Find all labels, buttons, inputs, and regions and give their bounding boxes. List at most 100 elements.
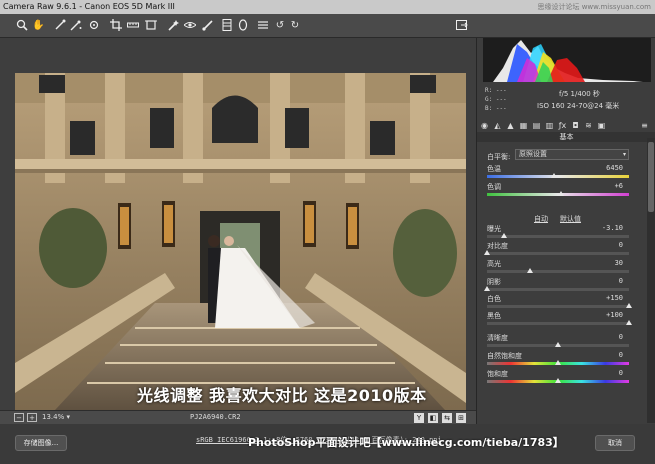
slider-value[interactable]: 6450: [606, 164, 623, 172]
slider-value[interactable]: 0: [619, 369, 623, 377]
slider-row: 对比度 0: [477, 241, 655, 259]
slider-thumb[interactable]: [555, 378, 561, 383]
zoom-tool-icon[interactable]: [16, 19, 28, 32]
zoom-in-button[interactable]: +: [27, 413, 37, 422]
view-settings-button[interactable]: ⊞: [456, 413, 466, 423]
default-button[interactable]: 默认值: [560, 214, 581, 224]
slider-value[interactable]: 0: [619, 333, 623, 341]
tab-lens-icon[interactable]: ▥: [545, 121, 554, 130]
rotate-right-icon[interactable]: ↻: [289, 19, 301, 32]
tab-presets-icon[interactable]: ≋: [584, 121, 593, 130]
preview-area[interactable]: 光线调整 我喜欢大对比 这是2010版本: [0, 38, 476, 410]
slider-thumb[interactable]: [626, 303, 632, 308]
slider-label: 高光: [487, 260, 501, 268]
exif-iso-lens: ISO 160 24-70@24 毫米: [537, 102, 620, 110]
file-name: PJ2A6940.CR2: [190, 413, 241, 421]
graduated-filter-icon[interactable]: [221, 19, 233, 32]
tab-camera-calibration-icon[interactable]: ◘: [571, 121, 580, 130]
slider-thumb[interactable]: [626, 320, 632, 325]
slider-label: 黑色: [487, 312, 501, 320]
tab-detail-icon[interactable]: ▲: [506, 121, 515, 130]
slider-label: 饱和度: [487, 370, 508, 378]
slider-track[interactable]: [487, 305, 629, 308]
slider-row: 清晰度 0: [477, 333, 655, 351]
tab-snapshots-icon[interactable]: ▣: [597, 121, 606, 130]
auto-button[interactable]: 自动: [534, 214, 548, 224]
tab-split-toning-icon[interactable]: ▤: [532, 121, 541, 130]
swap-settings-button[interactable]: ⇆: [442, 413, 452, 423]
slider-label: 自然饱和度: [487, 352, 522, 360]
tab-hsl-icon[interactable]: ▦: [519, 121, 528, 130]
slider-label: 色温: [487, 165, 501, 173]
hand-tool-icon[interactable]: ✋: [32, 19, 44, 32]
slider-value[interactable]: 30: [615, 259, 623, 267]
red-eye-tool-icon[interactable]: [184, 19, 196, 32]
slider-track[interactable]: [487, 288, 629, 291]
slider-row: 阴影 0: [477, 277, 655, 295]
slider-label: 曝光: [487, 225, 501, 233]
slider-row: 黑色 +100: [477, 311, 655, 329]
slider-row: 色调 +6: [477, 182, 655, 200]
view-mode-button[interactable]: Y: [414, 413, 424, 423]
slider-label: 清晰度: [487, 334, 508, 342]
readout-g: G: ---: [485, 96, 507, 103]
slider-thumb[interactable]: [557, 191, 564, 196]
rotate-left-icon[interactable]: ↺: [274, 19, 286, 32]
slider-value[interactable]: 0: [619, 351, 623, 359]
slider-row: 色温 6450: [477, 164, 655, 182]
radial-filter-icon[interactable]: [237, 19, 249, 32]
targeted-adjustment-tool-icon[interactable]: [88, 19, 100, 32]
photo-preview: [15, 73, 466, 410]
slider-value[interactable]: -3.10: [602, 224, 623, 232]
slider-value[interactable]: +100: [606, 311, 623, 319]
white-balance-tool-icon[interactable]: [54, 19, 66, 32]
panel-menu-icon[interactable]: ≡: [640, 121, 649, 130]
crop-tool-icon[interactable]: [110, 19, 122, 32]
slider-value[interactable]: 0: [619, 277, 623, 285]
slider-row: 白色 +150: [477, 294, 655, 312]
slider-value[interactable]: +6: [615, 182, 623, 190]
zoom-level-select[interactable]: 13.4% ▾: [42, 413, 70, 421]
slider-thumb[interactable]: [550, 173, 557, 178]
chevron-down-icon: ▾: [66, 413, 70, 421]
slider-track[interactable]: [487, 270, 629, 273]
color-sampler-tool-icon[interactable]: [70, 19, 82, 32]
section-title: 基本: [477, 132, 655, 142]
slider-track[interactable]: [487, 322, 629, 325]
white-balance-select[interactable]: 原照设置 ▾: [515, 149, 629, 160]
transform-tool-icon[interactable]: [145, 19, 157, 32]
histogram: [483, 38, 651, 82]
white-balance-label: 白平衡:: [487, 153, 511, 161]
chevron-down-icon: ▾: [622, 151, 626, 158]
slider-thumb[interactable]: [484, 286, 490, 291]
slider-thumb[interactable]: [501, 233, 508, 238]
status-bar: − + 13.4% ▾ PJ2A6940.CR2 Y ◧ ⇆ ⊞: [0, 410, 476, 424]
image-caption: 光线调整 我喜欢大对比 这是2010版本: [137, 386, 427, 405]
slider-row: 饱和度 0: [477, 369, 655, 387]
save-image-button[interactable]: 存储图像...: [15, 435, 67, 451]
open-in-photoshop-icon[interactable]: [456, 19, 468, 32]
slider-track[interactable]: [487, 175, 629, 178]
slider-row: 高光 30: [477, 259, 655, 277]
adjustment-brush-icon[interactable]: [202, 19, 214, 32]
spot-removal-tool-icon[interactable]: [168, 19, 180, 32]
slider-track[interactable]: [487, 252, 629, 255]
slider-thumb[interactable]: [555, 342, 561, 347]
tab-fx-icon[interactable]: ƒx: [558, 121, 567, 130]
slider-value[interactable]: +150: [606, 294, 623, 302]
slider-thumb[interactable]: [555, 360, 561, 365]
tab-tone-curve-icon[interactable]: ◭: [493, 121, 502, 130]
slider-value[interactable]: 0: [619, 241, 623, 249]
straighten-tool-icon[interactable]: [127, 19, 139, 32]
tab-basic-icon[interactable]: ◉: [480, 121, 489, 130]
slider-thumb[interactable]: [526, 268, 533, 273]
slider-thumb[interactable]: [484, 250, 490, 255]
scrollbar-thumb[interactable]: [648, 142, 654, 212]
panel-scrollbar[interactable]: [647, 138, 655, 423]
preferences-icon[interactable]: [257, 19, 269, 32]
slider-track[interactable]: [487, 235, 629, 238]
before-after-toggle-button[interactable]: ◧: [428, 413, 438, 423]
cancel-button[interactable]: 取消: [595, 435, 635, 451]
panel-tabs: ◉ ◭ ▲ ▦ ▤ ▥ ƒx ◘ ≋ ▣ ≡: [477, 120, 655, 132]
zoom-out-button[interactable]: −: [14, 413, 24, 422]
